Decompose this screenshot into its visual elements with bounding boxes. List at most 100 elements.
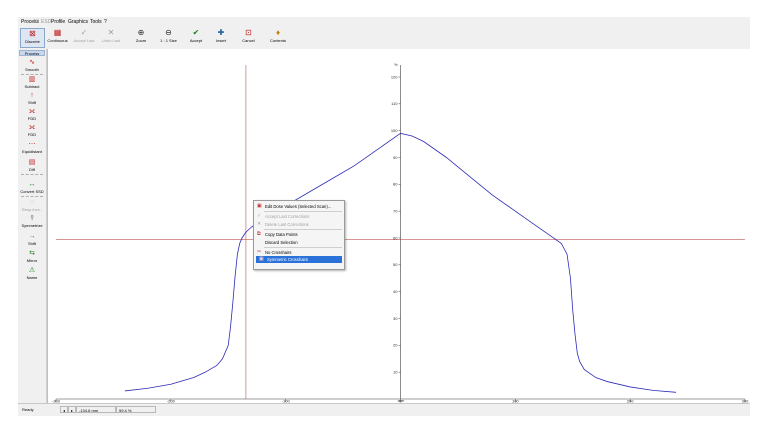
context-item-symmetric-crosshairs[interactable]: ▣ Symmetric Crosshairs <box>256 256 342 264</box>
mirror-icon: ⇆ <box>29 250 35 257</box>
sidebar-item-resp-inve[interactable]: ◌ Resp.Inve.. <box>19 199 45 212</box>
y-tick-label: 50 <box>393 262 398 267</box>
accept-last-icon: ✓ <box>257 213 262 220</box>
sidebar-item-label: Subtract <box>24 84 40 89</box>
context-item-label: Discard Selection <box>265 239 298 245</box>
status-bar: Ready ◂ ▸ -134.6 mm 59.4 % <box>18 403 750 416</box>
edit-dose-icon: ▣ <box>257 203 262 209</box>
status-nav-button[interactable]: ▸ <box>68 406 76 413</box>
toolbar-label: Accept <box>189 38 203 43</box>
sidebar-item-label: Symmetrize <box>21 223 43 228</box>
contents-button[interactable]: ♦ Contents <box>264 28 292 48</box>
menu-[interactable]: ? <box>104 19 107 25</box>
fdd-icon: ⟗ <box>28 124 36 131</box>
sidebar-divider <box>21 74 43 75</box>
context-item-label: Symmetric Crosshairs <box>267 257 308 263</box>
menu-profile[interactable]: Profile <box>51 19 65 25</box>
discrete-button[interactable]: ⊠ Discrete <box>20 28 45 48</box>
symmetrize-icon: ⫯ <box>30 215 34 222</box>
plot-area[interactable]: -300 -200 -100 0 100 200 300 10 20 30 40 50 60 70 80 90… <box>47 49 751 404</box>
context-item-label: Accept Last Corrections <box>265 214 310 220</box>
symmetric-crosshairs-icon: ▣ <box>259 256 264 263</box>
no-crosshairs-icon: ✂ <box>257 249 262 255</box>
y-tick-label: 20 <box>393 343 398 348</box>
toolbar-label: Accept Last <box>73 38 95 43</box>
menu-esd[interactable]: ESD <box>41 19 51 25</box>
sidebar-header: Process <box>19 50 45 56</box>
context-item-no-crosshairs[interactable]: ✂ No Crosshairs <box>254 249 344 256</box>
sidebar-item-label: Equidistant <box>22 149 42 154</box>
context-item-delete-last-corrections[interactable]: ✕ Delete Last Corrections <box>254 221 344 228</box>
status-text: Ready <box>22 407 34 412</box>
menu-bar: Process All ESD Profile Graphics Tools? <box>18 17 750 27</box>
sidebar-item-label: Smooth <box>25 67 39 72</box>
sidebar-item-shift[interactable]: ↑ Shift <box>19 92 45 105</box>
context-menu-divider <box>264 229 342 231</box>
y-tick-label: 70 <box>393 209 398 214</box>
sidebar-item-shift[interactable]: → Shift <box>19 233 45 246</box>
y-tick-label: 120 <box>391 74 398 79</box>
sidebar-item-equidistant[interactable]: ⋯ Equidistant <box>19 141 45 154</box>
sidebar-item-label: Convert SSD <box>20 189 44 194</box>
discrete-icon: ⊠ <box>29 29 36 38</box>
sidebar-item-mirror[interactable]: ⇆ Mirror <box>19 250 45 263</box>
menu-all[interactable]: All <box>33 19 39 25</box>
undo-last-button[interactable]: ✕ Undo Last <box>98 28 124 48</box>
toolbar: ⊠ Discrete ▦ Continuous ✓ Accept Last ✕ Undo La… <box>18 27 750 50</box>
sidebar-item-label: Name <box>26 275 38 280</box>
actual-size-icon: ⊖ <box>165 28 172 37</box>
smooth-icon: ∿ <box>29 59 35 66</box>
sidebar-item-smooth[interactable]: ∿ Smooth <box>19 59 45 72</box>
sidebar-item-subtract[interactable]: ▥ Subtract <box>19 76 45 89</box>
sidebar-item-name[interactable]: ⚠ Name <box>19 267 45 280</box>
sidebar-item-label: Diff <box>29 167 35 172</box>
1-1-size-button[interactable]: ⊖ 1 : 1 Size <box>155 28 182 48</box>
continuous-button[interactable]: ▦ Continuous <box>45 28 70 48</box>
fdd-icon: ⟗ <box>28 108 36 115</box>
accept-button[interactable]: ✔ Accept <box>184 28 208 48</box>
context-menu-divider <box>264 247 342 248</box>
response-icon: ◌ <box>29 199 35 206</box>
profile-chart[interactable]: -300 -200 -100 0 100 200 300102030405060708090… <box>48 49 751 404</box>
sidebar-item-fdd[interactable]: ⟗ FDD <box>19 124 45 137</box>
equidistant-icon: ⋯ <box>28 141 36 148</box>
sidebar-item-label: FDD <box>27 132 37 137</box>
context-item-discard-selection[interactable]: Discard Selection <box>254 239 344 246</box>
status-nav-button[interactable]: ◂ <box>60 406 68 413</box>
toolbar-label: Continuous <box>47 38 68 43</box>
context-item-accept-last-corrections[interactable]: ✓ Accept Last Corrections <box>254 213 344 220</box>
zoom-icon: ⊕ <box>137 28 145 37</box>
sidebar-item-symmetrize[interactable]: ⫯ Symmetrize <box>19 215 45 228</box>
sidebar-item-convert-ssd[interactable]: ↔ Convert SSD <box>19 181 45 194</box>
menu-tools[interactable]: Tools <box>90 19 102 25</box>
contents-icon: ♦ <box>275 28 281 37</box>
delete-last-icon: ✕ <box>257 220 262 227</box>
y-tick-label: 30 <box>393 316 398 321</box>
cancel-button[interactable]: ⊡ Cancel <box>235 28 262 48</box>
insert-button[interactable]: ✚ Insert <box>209 28 233 48</box>
sidebar-item-label: Shift <box>27 241 36 246</box>
shift-right-icon: → <box>28 233 36 240</box>
y-tick-label: 110 <box>391 101 398 106</box>
process-sidebar: Process ∿ Smooth ▥ Subtract ↑ Shift ⟗ FDD ⟗ FDD ⋯ E… <box>18 49 47 403</box>
sidebar-item-diff[interactable]: ▤ Diff <box>19 159 45 172</box>
menu-graphics[interactable]: Graphics <box>68 19 88 25</box>
y-tick-label: 10 <box>393 370 398 375</box>
accept-last-button[interactable]: ✓ Accept Last <box>71 28 97 48</box>
sidebar-item-fdd[interactable]: ⟗ FDD <box>19 108 45 121</box>
undo-last-icon: ✕ <box>107 28 115 37</box>
context-menu-divider <box>264 211 342 213</box>
insert-icon: ✚ <box>217 28 225 37</box>
accept-icon: ✔ <box>192 28 200 37</box>
toolbar-label: Undo Last <box>101 38 121 43</box>
toolbar-label: Zoom <box>135 38 147 43</box>
diff-icon: ▤ <box>28 159 36 166</box>
cancel-icon: ⊡ <box>245 28 252 37</box>
context-item-copy-data-points[interactable]: ⧉ Copy Data Points <box>254 231 344 238</box>
context-item-label: Delete Last Corrections <box>265 221 309 227</box>
context-item-label: No Crosshairs <box>265 250 292 255</box>
context-item-edit-dose-values-selected-scan[interactable]: ▣ Edit Dose Values (Selected Scan)... <box>254 203 344 210</box>
zoom-button[interactable]: ⊕ Zoom <box>128 28 154 48</box>
subtract-icon: ▥ <box>28 76 36 83</box>
y-unit-label: % <box>394 62 398 67</box>
